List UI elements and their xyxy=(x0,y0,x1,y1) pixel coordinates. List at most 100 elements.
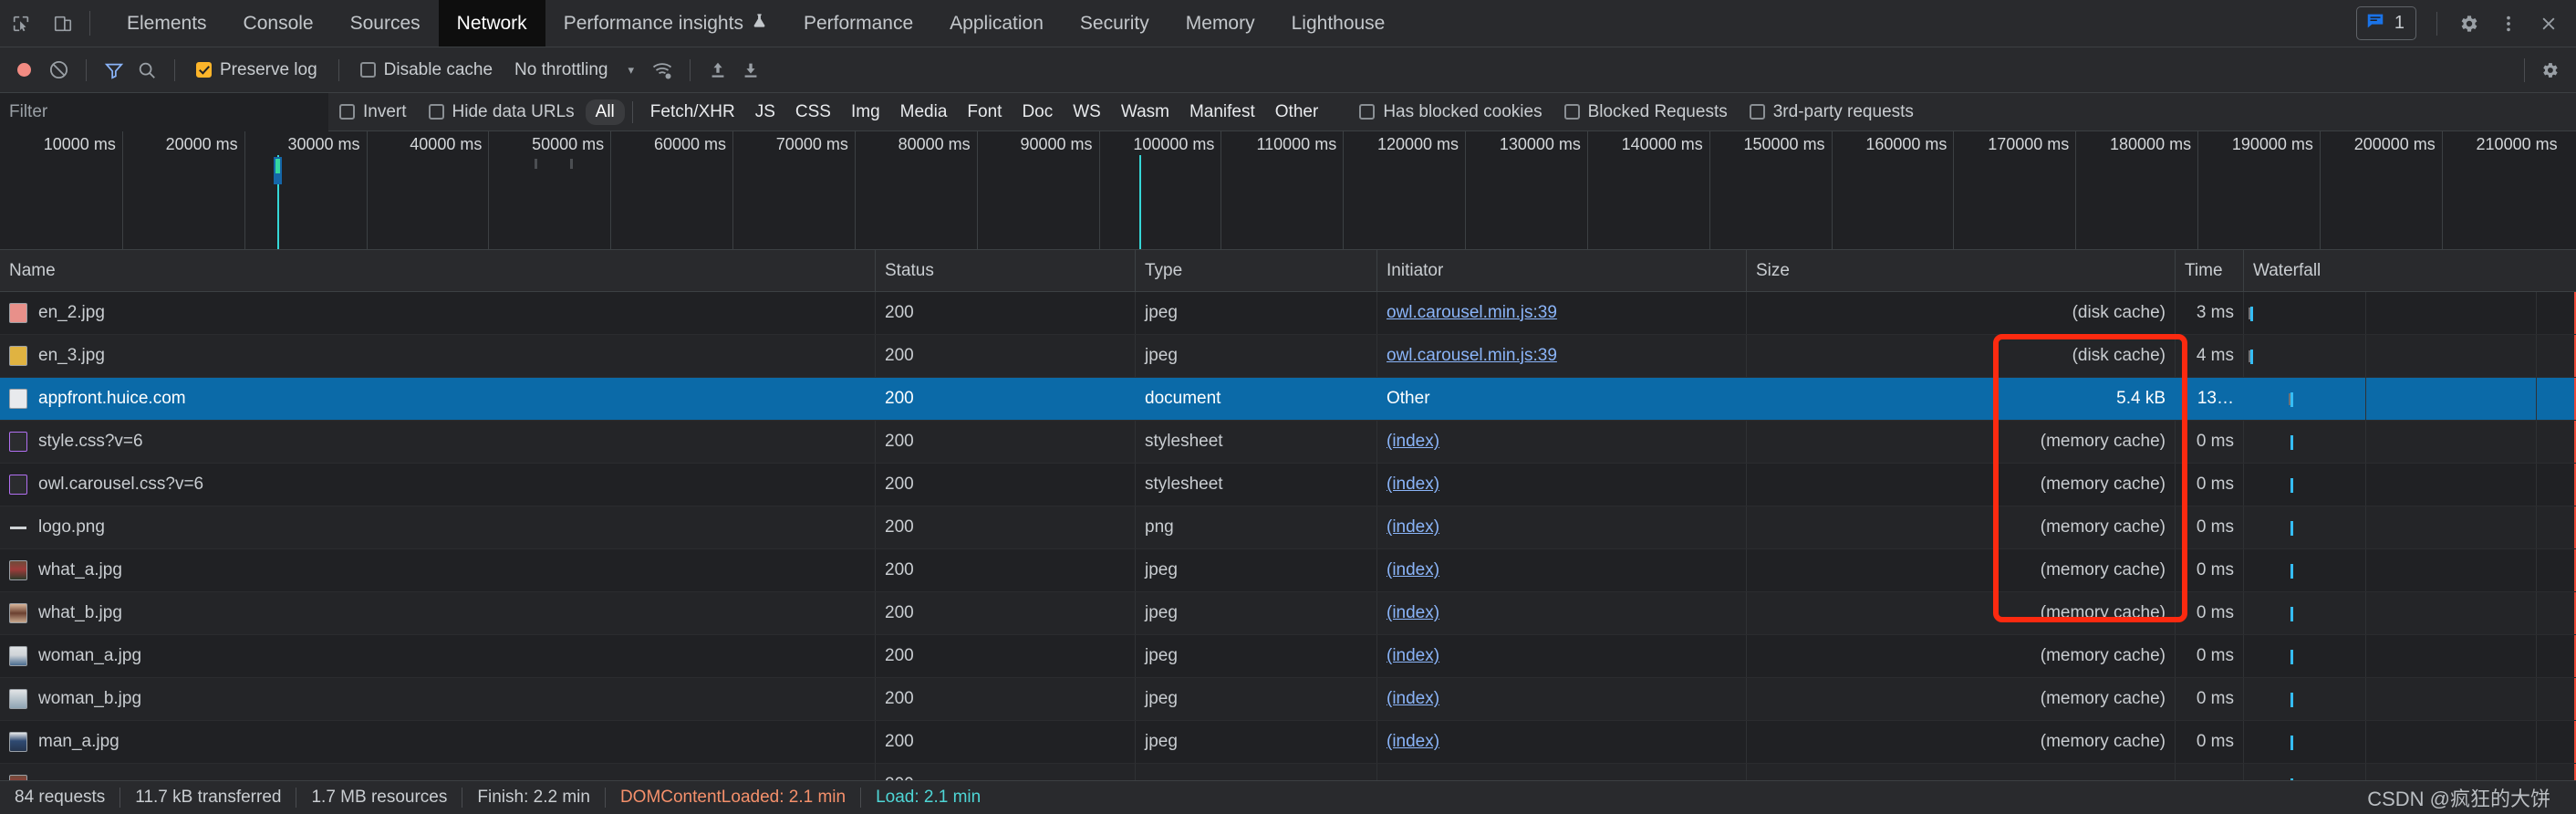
cell-waterfall xyxy=(2244,721,2576,763)
filter-type-ws[interactable]: WS xyxy=(1063,99,1111,125)
disable-cache-checkbox[interactable]: Disable cache xyxy=(351,60,502,80)
filter-type-fetch-xhr[interactable]: Fetch/XHR xyxy=(640,99,745,125)
filter-type-media[interactable]: Media xyxy=(890,99,958,125)
tab-security[interactable]: Security xyxy=(1062,0,1168,47)
preserve-log-checkbox[interactable]: Preserve log xyxy=(187,60,327,80)
inspect-cursor-icon[interactable] xyxy=(0,0,42,47)
column-header-status[interactable]: Status xyxy=(876,250,1136,291)
tab-sources[interactable]: Sources xyxy=(332,0,439,47)
blocked-requests-checkbox[interactable]: Blocked Requests xyxy=(1553,102,1739,122)
filter-type-doc[interactable]: Doc xyxy=(1012,99,1063,125)
third-party-requests-checkbox[interactable]: 3rd-party requests xyxy=(1739,102,1925,122)
tab-performance[interactable]: Performance xyxy=(785,0,931,47)
tab-elements[interactable]: Elements xyxy=(109,0,225,47)
controls-divider-4 xyxy=(690,58,691,81)
cell-type: jpeg xyxy=(1136,721,1377,763)
filter-type-manifest[interactable]: Manifest xyxy=(1179,99,1265,125)
gear-icon[interactable] xyxy=(2534,55,2565,86)
cell-name: en_2.jpg xyxy=(0,292,876,334)
tab-label: Memory xyxy=(1185,12,1255,34)
cell-time: 13… xyxy=(2176,378,2244,420)
table-row[interactable]: woman_b.jpg 200 jpeg (index) (memory cache) 0… xyxy=(0,678,2576,721)
stylesheet-icon xyxy=(9,432,27,452)
waterfall-gridline xyxy=(2536,506,2538,548)
network-overview-timeline[interactable]: 10000 ms 20000 ms 30000 ms 40000 ms 50000 ms… xyxy=(0,131,2576,250)
device-toolbar-icon[interactable] xyxy=(42,0,84,47)
table-row[interactable]: man_a.jpg 200 jpeg (index) (memory cache) 0 m… xyxy=(0,721,2576,764)
message-count-button[interactable]: 1 xyxy=(2355,6,2416,40)
clear-icon[interactable] xyxy=(43,55,74,86)
cell-type: stylesheet xyxy=(1136,464,1377,506)
search-icon[interactable] xyxy=(131,55,162,86)
throttling-select[interactable]: No throttling ▾ xyxy=(504,60,645,80)
cell-initiator: (index) xyxy=(1377,549,1747,591)
initiator-link[interactable]: (index) xyxy=(1387,732,1439,752)
column-header-waterfall[interactable]: Waterfall xyxy=(2244,250,2576,291)
table-row[interactable]: appfront.huice.com 200 document Other 5.4 kB… xyxy=(0,378,2576,421)
has-blocked-cookies-checkbox[interactable]: Has blocked cookies xyxy=(1348,102,1553,122)
tab-lighthouse[interactable]: Lighthouse xyxy=(1273,0,1404,47)
tab-label: Console xyxy=(243,12,314,34)
cell-type: jpeg xyxy=(1136,592,1377,634)
initiator-link[interactable]: (index) xyxy=(1387,646,1439,666)
hide-data-urls-checkbox[interactable]: Hide data URLs xyxy=(418,102,586,122)
more-vertical-icon[interactable] xyxy=(2490,5,2527,42)
table-row[interactable]: en_2.jpg 200 jpeg owl.carousel.min.js:39 (di… xyxy=(0,292,2576,335)
filter-type-all[interactable]: All xyxy=(585,99,625,125)
invert-checkbox[interactable]: Invert xyxy=(328,102,418,122)
filter-type-wasm[interactable]: Wasm xyxy=(1111,99,1179,125)
filter-type-font[interactable]: Font xyxy=(957,99,1012,125)
column-header-type[interactable]: Type xyxy=(1136,250,1377,291)
export-har-icon[interactable] xyxy=(735,55,766,86)
table-row[interactable]: logo.png 200 png (index) (memory cache) 0 ms xyxy=(0,506,2576,549)
waterfall-gridlines xyxy=(2244,464,2576,506)
filter-type-img[interactable]: Img xyxy=(841,99,890,125)
import-har-icon[interactable] xyxy=(702,55,733,86)
table-row[interactable]: what_a.jpg 200 jpeg (index) (memory cache) 0 … xyxy=(0,549,2576,592)
initiator-link[interactable]: (index) xyxy=(1387,475,1439,495)
initiator-link[interactable]: (index) xyxy=(1387,517,1439,537)
table-row[interactable]: what_b.jpg 200 jpeg (index) (memory cache) 0 … xyxy=(0,592,2576,635)
tab-network[interactable]: Network xyxy=(438,0,545,47)
column-header-time[interactable]: Time xyxy=(2176,250,2244,291)
cell-status: 200 xyxy=(876,421,1136,463)
table-row[interactable]: en_3.jpg 200 jpeg owl.carousel.min.js:39 (di… xyxy=(0,335,2576,378)
initiator-link[interactable]: (index) xyxy=(1387,603,1439,623)
tab-console[interactable]: Console xyxy=(225,0,332,47)
cell-name: logo.png xyxy=(0,506,876,548)
initiator-link[interactable]: owl.carousel.min.js:39 xyxy=(1387,303,1557,323)
filter-funnel-icon[interactable] xyxy=(99,55,130,86)
finish-time: Finish: 2.2 min xyxy=(477,788,590,807)
column-header-name[interactable]: Name xyxy=(0,250,876,291)
checkbox-box xyxy=(1563,104,1580,120)
table-row[interactable]: woman_a.jpg 200 jpeg (index) (memory cache) 0… xyxy=(0,635,2576,678)
initiator-link[interactable]: owl.carousel.min.js:39 xyxy=(1387,346,1557,366)
initiator-link[interactable]: (index) xyxy=(1387,432,1439,452)
filter-type-other[interactable]: Other xyxy=(1265,99,1329,125)
gear-icon[interactable] xyxy=(2450,5,2487,42)
waterfall-download-bar xyxy=(2250,350,2254,364)
column-header-size[interactable]: Size xyxy=(1747,250,2176,291)
filter-type-js[interactable]: JS xyxy=(745,99,785,125)
search-input[interactable]: Filter xyxy=(0,92,328,131)
tab-performance-insights[interactable]: Performance insights xyxy=(545,0,785,47)
cell-waterfall xyxy=(2244,592,2576,634)
close-icon[interactable] xyxy=(2530,5,2567,42)
third-party-requests-label: 3rd-party requests xyxy=(1772,101,1914,121)
tab-memory[interactable]: Memory xyxy=(1168,0,1273,47)
cell-initiator: owl.carousel.min.js:39 xyxy=(1377,335,1747,377)
cell-size: (memory cache) xyxy=(1747,721,2176,763)
filter-type-css[interactable]: CSS xyxy=(785,99,841,125)
tab-application[interactable]: Application xyxy=(931,0,1062,47)
cell-waterfall xyxy=(2244,421,2576,463)
table-row[interactable]: style.css?v=6 200 stylesheet (index) (memory… xyxy=(0,421,2576,464)
transferred-size: 11.7 kB transferred xyxy=(135,788,282,807)
table-row[interactable]: owl.carousel.css?v=6 200 stylesheet (index)… xyxy=(0,464,2576,506)
record-button[interactable] xyxy=(17,63,31,77)
timeline-tick-label: 190000 ms xyxy=(2231,135,2313,153)
initiator-link[interactable]: (index) xyxy=(1387,560,1439,580)
initiator-link[interactable]: (index) xyxy=(1387,689,1439,709)
network-conditions-icon[interactable] xyxy=(647,55,678,86)
column-header-initiator[interactable]: Initiator xyxy=(1377,250,1747,291)
cell-name: woman_a.jpg xyxy=(0,635,876,677)
